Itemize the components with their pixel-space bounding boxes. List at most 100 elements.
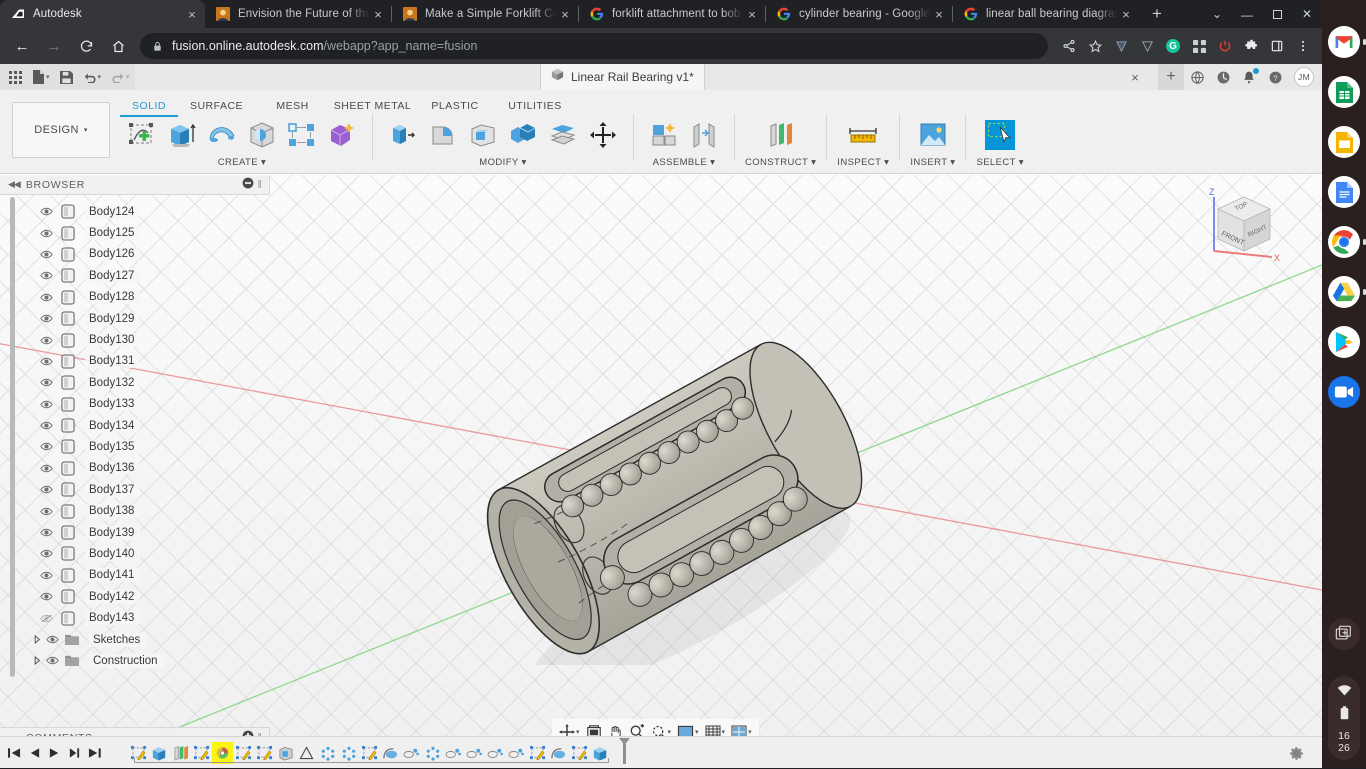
chevron-down-icon[interactable]: ▾ bbox=[695, 728, 699, 736]
browser-tree-body-row[interactable]: Body129 bbox=[0, 308, 270, 329]
browser-tab-forklift-attachment[interactable]: forklift attachment to bob × bbox=[579, 0, 765, 28]
visibility-toggle-icon[interactable] bbox=[38, 528, 54, 537]
collapse-left-icon[interactable]: ◀◀ bbox=[0, 179, 26, 190]
home-icon[interactable] bbox=[104, 32, 132, 60]
avatar[interactable]: JM bbox=[1294, 67, 1314, 87]
browser-tab-forklift-course[interactable]: Make a Simple Forklift Co × bbox=[392, 0, 578, 28]
visibility-toggle-icon[interactable] bbox=[38, 614, 54, 623]
chevron-down-icon[interactable]: ▾ bbox=[46, 73, 50, 81]
add-document-icon[interactable]: + bbox=[1158, 64, 1184, 90]
address-bar[interactable]: fusion.online.autodesk.com/webapp?app_na… bbox=[140, 33, 1048, 59]
back-icon[interactable]: ← bbox=[8, 32, 36, 60]
google-docs-icon[interactable] bbox=[1328, 176, 1360, 208]
visibility-toggle-icon[interactable] bbox=[38, 357, 54, 366]
browser-tree-body-row[interactable]: Body130 bbox=[0, 329, 270, 350]
ribbon-group-label[interactable]: CONSTRUCT ▾ bbox=[745, 157, 816, 168]
browser-tree-body-row[interactable]: Body128 bbox=[0, 287, 270, 308]
view-cube[interactable]: Z X TOP FRONT RIGHT bbox=[1200, 183, 1284, 263]
visibility-toggle-icon[interactable] bbox=[38, 421, 54, 430]
browser-tree-body-row[interactable]: Body124 bbox=[0, 201, 270, 222]
browser-tab-linear-ball-bearing[interactable]: linear ball bearing diagram × bbox=[953, 0, 1139, 28]
play-store-icon[interactable] bbox=[1328, 326, 1360, 358]
3d-viewport[interactable]: ◀◀ BROWSER ‖ Body124Body125Body126Body12… bbox=[0, 175, 1322, 757]
create-sketch-icon[interactable] bbox=[122, 115, 162, 155]
chevron-down-icon[interactable]: ▾ bbox=[722, 728, 726, 736]
chevron-down-icon[interactable]: ▾ bbox=[576, 728, 580, 736]
workspace-selector[interactable]: DESIGN ▾ bbox=[12, 102, 110, 158]
google-sheets-icon[interactable] bbox=[1328, 76, 1360, 108]
visibility-toggle-icon[interactable] bbox=[38, 336, 54, 345]
timeline-end-marker-icon[interactable] bbox=[619, 738, 630, 764]
skip-to-start-icon[interactable] bbox=[4, 737, 24, 769]
linear-ball-bearing-model[interactable] bbox=[420, 245, 920, 665]
tab-search-icon[interactable]: ⌄ bbox=[1202, 0, 1232, 28]
gear-icon[interactable] bbox=[1289, 737, 1304, 769]
notification-bell-icon[interactable] bbox=[1236, 64, 1262, 90]
system-status-tray[interactable]: 16 26 bbox=[1328, 676, 1360, 760]
browser-tree-body-row[interactable]: Body135 bbox=[0, 436, 270, 457]
new-component-icon[interactable] bbox=[644, 115, 684, 155]
extrude-icon[interactable] bbox=[162, 115, 202, 155]
close-icon[interactable]: × bbox=[930, 5, 948, 23]
pattern-icon[interactable] bbox=[282, 115, 322, 155]
visibility-toggle-icon[interactable] bbox=[38, 464, 54, 473]
browser-tree-body-row[interactable]: Body126 bbox=[0, 244, 270, 265]
chevron-down-icon[interactable]: ▾ bbox=[98, 73, 102, 81]
browser-tree-body-row[interactable]: Body125 bbox=[0, 222, 270, 243]
new-file-icon[interactable]: ▾ bbox=[27, 64, 55, 90]
browser-tree-body-row[interactable]: Body132 bbox=[0, 372, 270, 393]
visibility-toggle-icon[interactable] bbox=[38, 314, 54, 323]
ribbon-group-label[interactable]: INSPECT ▾ bbox=[837, 157, 889, 168]
close-icon[interactable]: × bbox=[556, 5, 574, 23]
google-meet-icon[interactable] bbox=[1328, 376, 1360, 408]
undo-icon[interactable]: ▾ bbox=[78, 64, 107, 90]
forward-icon[interactable]: → bbox=[40, 32, 68, 60]
side-panel-icon[interactable] bbox=[1264, 33, 1290, 59]
share-icon[interactable] bbox=[1056, 33, 1082, 59]
ribbon-group-label[interactable]: MODIFY ▾ bbox=[479, 157, 526, 168]
form-icon[interactable] bbox=[322, 115, 362, 155]
select-window-icon[interactable] bbox=[980, 115, 1020, 155]
shield-outline-icon[interactable] bbox=[1134, 33, 1160, 59]
resize-grip-icon[interactable]: ‖ bbox=[254, 179, 265, 191]
google-drive-icon[interactable] bbox=[1328, 276, 1360, 308]
redo-icon[interactable]: ▾ bbox=[106, 64, 135, 90]
visibility-toggle-icon[interactable] bbox=[38, 571, 54, 580]
google-slides-icon[interactable] bbox=[1328, 126, 1360, 158]
ribbon-group-label[interactable]: INSERT ▾ bbox=[910, 157, 955, 168]
visibility-toggle-icon[interactable] bbox=[44, 635, 60, 644]
chevron-down-icon[interactable]: ▾ bbox=[668, 728, 672, 736]
close-icon[interactable]: × bbox=[1117, 5, 1135, 23]
grammarly-icon[interactable]: G bbox=[1160, 33, 1186, 59]
visibility-toggle-icon[interactable] bbox=[38, 207, 54, 216]
app-grid-icon[interactable] bbox=[4, 64, 27, 90]
bookmark-star-icon[interactable] bbox=[1082, 33, 1108, 59]
joint-icon[interactable] bbox=[684, 115, 724, 155]
visibility-toggle-icon[interactable] bbox=[38, 485, 54, 494]
sphere-icon[interactable] bbox=[242, 115, 282, 155]
browser-tree-body-row[interactable]: Body142 bbox=[0, 586, 270, 607]
step-back-icon[interactable] bbox=[24, 737, 44, 769]
ribbon-group-label[interactable]: CREATE ▾ bbox=[218, 157, 266, 168]
screen-capture-icon[interactable] bbox=[1328, 618, 1360, 650]
split-face-icon[interactable] bbox=[543, 115, 583, 155]
globe-icon[interactable] bbox=[1184, 64, 1210, 90]
save-icon[interactable] bbox=[55, 64, 78, 90]
visibility-toggle-icon[interactable] bbox=[38, 378, 54, 387]
visibility-toggle-icon[interactable] bbox=[38, 549, 54, 558]
browser-tree-body-row[interactable]: Body133 bbox=[0, 394, 270, 415]
move-copy-icon[interactable] bbox=[583, 115, 623, 155]
apps-grid-icon[interactable] bbox=[1186, 33, 1212, 59]
browser-tab-cylinder-bearing[interactable]: cylinder bearing - Google S × bbox=[766, 0, 952, 28]
power-icon[interactable] bbox=[1212, 33, 1238, 59]
visibility-toggle-icon[interactable] bbox=[38, 592, 54, 601]
browser-tree-body-row[interactable]: Body139 bbox=[0, 522, 270, 543]
shell-icon[interactable] bbox=[463, 115, 503, 155]
browser-tree-body-row[interactable]: Body134 bbox=[0, 415, 270, 436]
close-icon[interactable]: × bbox=[369, 5, 387, 23]
visibility-toggle-icon[interactable] bbox=[38, 271, 54, 280]
gmail-icon[interactable] bbox=[1328, 26, 1360, 58]
browser-tree-body-row[interactable]: Body127 bbox=[0, 265, 270, 286]
visibility-toggle-icon[interactable] bbox=[38, 250, 54, 259]
reload-icon[interactable] bbox=[72, 32, 100, 60]
